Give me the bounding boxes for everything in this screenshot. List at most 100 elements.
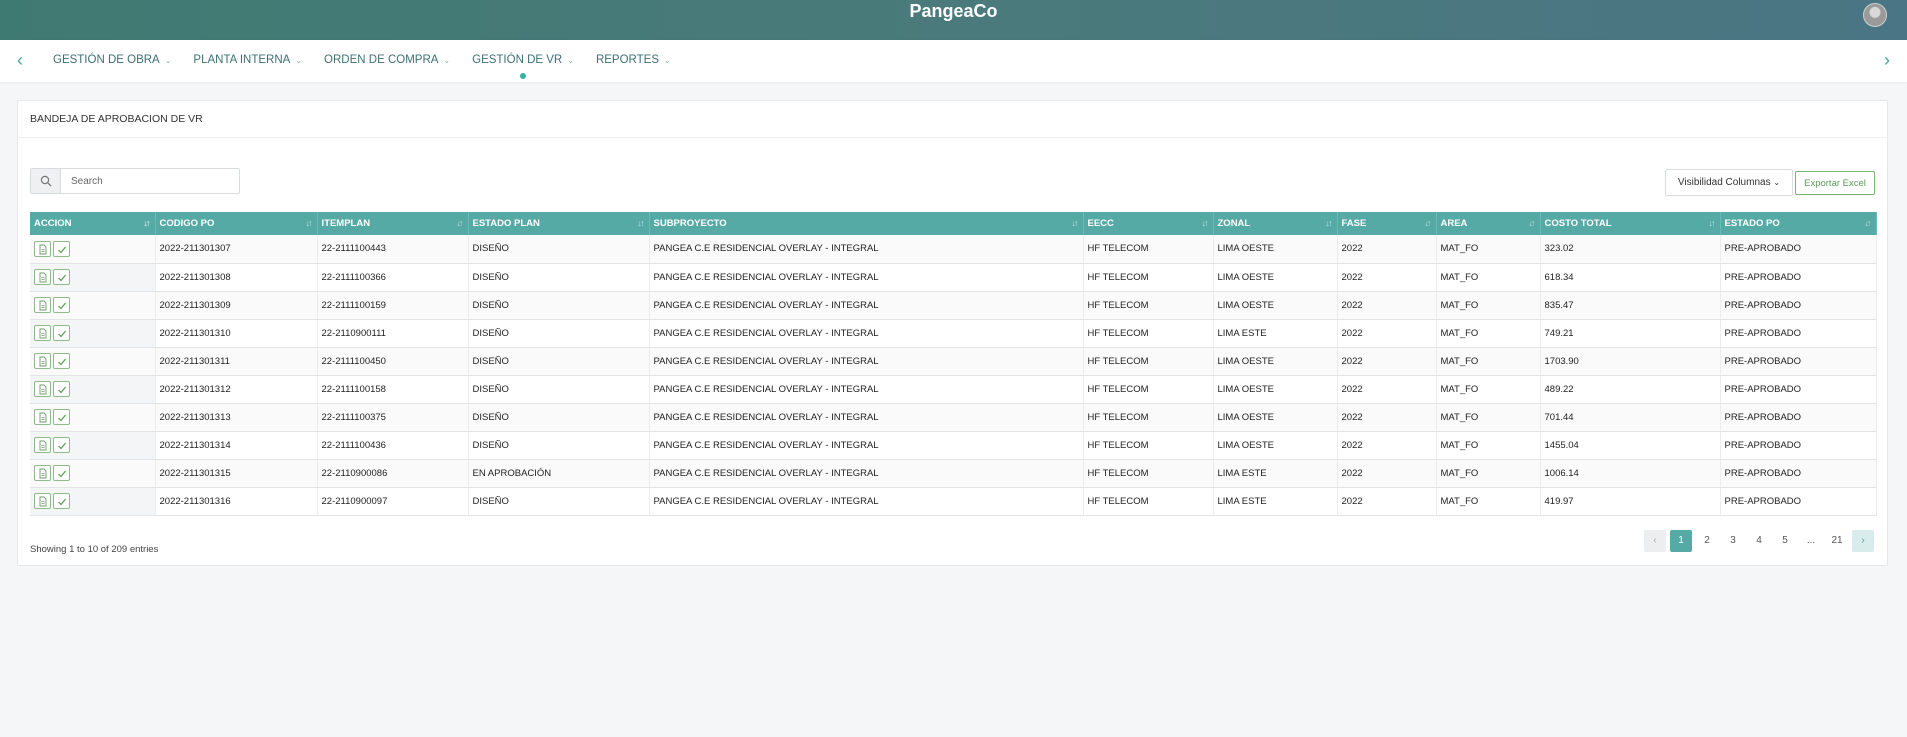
pagination-page-current[interactable]: 1: [1670, 530, 1692, 552]
column-header-itemplan[interactable]: ITEMPLAN ↓↑: [317, 212, 469, 235]
pagination-page[interactable]: 4: [1748, 530, 1770, 552]
table-cell: 22-2111100158: [317, 375, 469, 404]
approve-button[interactable]: [53, 325, 70, 341]
view-document-button[interactable]: [34, 353, 51, 369]
table-cell: PRE-APROBADO: [1720, 431, 1877, 460]
table-cell: 2022: [1337, 235, 1437, 264]
search-input[interactable]: [61, 169, 237, 193]
approve-button[interactable]: [53, 381, 70, 397]
column-header-fase[interactable]: FASE ↓↑: [1337, 212, 1437, 235]
action-cell: [30, 403, 156, 432]
pagination-page[interactable]: 21: [1826, 530, 1848, 552]
column-header-codigo-po[interactable]: CODIGO PO ↓↑: [155, 212, 318, 235]
pagination-next-button[interactable]: ›: [1852, 530, 1874, 552]
table-cell: 618.34: [1540, 263, 1721, 292]
action-cell: [30, 487, 156, 516]
view-document-button[interactable]: [34, 381, 51, 397]
main-menu: GESTIÓN DE OBRA ⌄ PLANTA INTERNA ⌄ ORDEN D…: [53, 54, 693, 79]
table-cell: HF TELECOM: [1083, 375, 1214, 404]
column-header-accion[interactable]: ACCION ↓↑: [30, 212, 156, 235]
export-excel-button[interactable]: Exportar Excel: [1795, 171, 1875, 195]
view-document-button[interactable]: [34, 465, 51, 481]
pagination-page[interactable]: 5: [1774, 530, 1796, 552]
chevron-down-icon: ⌄: [164, 56, 172, 65]
column-header-zonal[interactable]: ZONAL ↓↑: [1213, 212, 1338, 235]
menu-item-planta-interna[interactable]: PLANTA INTERNA ⌄: [193, 54, 302, 66]
table-cell: 2022-211301309: [155, 291, 318, 320]
approve-button[interactable]: [53, 240, 70, 257]
table-header-row: ACCION ↓↑ CODIGO PO ↓↑ ITEMPLAN ↓↑ ESTADO PLAN…: [30, 212, 1877, 235]
menu-scroll-left-icon[interactable]: ‹: [10, 50, 30, 71]
table-cell: HF TELECOM: [1083, 235, 1214, 264]
table-cell: HF TELECOM: [1083, 319, 1214, 348]
pagination-prev-button[interactable]: ‹: [1644, 530, 1666, 552]
approve-button[interactable]: [53, 437, 70, 453]
view-document-button[interactable]: [34, 240, 51, 257]
table-cell: 22-2110900086: [317, 459, 469, 488]
view-document-button[interactable]: [34, 325, 51, 341]
view-document-button[interactable]: [34, 493, 51, 509]
approve-button[interactable]: [53, 269, 70, 285]
table-cell: LIMA OESTE: [1213, 431, 1338, 460]
pagination-page[interactable]: 2: [1696, 530, 1718, 552]
view-document-button[interactable]: [34, 297, 51, 313]
table-cell: EN APROBACIÓN: [468, 459, 650, 488]
chevron-down-icon: ⌄: [567, 56, 574, 65]
table-cell: PANGEA C.E RESIDENCIAL OVERLAY - INTEGRA…: [649, 431, 1084, 460]
menu-item-orden-de-compra[interactable]: ORDEN DE COMPRA ⌄: [324, 54, 450, 66]
action-cell: [30, 459, 156, 488]
view-document-button[interactable]: [34, 437, 51, 453]
column-header-area[interactable]: AREA ↓↑: [1436, 212, 1541, 235]
menu-item-gestion-de-obra[interactable]: GESTIÓN DE OBRA ⌄: [53, 54, 171, 66]
menu-item-reportes[interactable]: REPORTES ⌄: [596, 54, 671, 66]
pagination-page[interactable]: 3: [1722, 530, 1744, 552]
approve-button[interactable]: [53, 465, 70, 481]
column-header-subproyecto[interactable]: SUBPROYECTO ↓↑: [649, 212, 1084, 235]
approve-button[interactable]: [53, 493, 70, 509]
column-header-eecc[interactable]: EECC ↓↑: [1083, 212, 1214, 235]
approve-button[interactable]: [53, 409, 70, 425]
table-cell: 749.21: [1540, 319, 1721, 348]
chevron-down-icon: ⌄: [1773, 178, 1781, 187]
chevron-left-icon: ‹: [1653, 535, 1657, 546]
table-cell: 2022: [1337, 347, 1437, 376]
action-cell: [30, 347, 156, 376]
table-cell: MAT_FO: [1436, 403, 1541, 432]
menu-item-gestion-de-vr[interactable]: GESTIÓN DE VR ⌄: [472, 54, 574, 79]
column-visibility-button[interactable]: Visibilidad Columnas ⌄: [1665, 169, 1793, 196]
approve-button[interactable]: [53, 353, 70, 369]
sort-icon: ↓↑: [1325, 218, 1333, 228]
table-row: 2022-211301309 22-2111100159 DISEÑO PANGEA …: [30, 291, 1877, 320]
view-document-button[interactable]: [34, 409, 51, 425]
table-cell: LIMA ESTE: [1213, 487, 1338, 516]
column-header-costo-total[interactable]: COSTO TOTAL ↓↑: [1540, 212, 1721, 235]
table-cell: DISEÑO: [468, 487, 650, 516]
top-header: PangeaCo: [0, 0, 1907, 40]
table-cell: PANGEA C.E RESIDENCIAL OVERLAY - INTEGRA…: [649, 263, 1084, 292]
table-cell: 419.97: [1540, 487, 1721, 516]
main-menu-bar: ‹ GESTIÓN DE OBRA ⌄ PLANTA INTERNA ⌄ ORDEN…: [0, 40, 1907, 82]
table-cell: LIMA ESTE: [1213, 459, 1338, 488]
table-cell: 323.02: [1540, 235, 1721, 264]
table-cell: LIMA OESTE: [1213, 263, 1338, 292]
table-cell: 2022-211301311: [155, 347, 318, 376]
table-cell: 2022-211301307: [155, 235, 318, 264]
table-cell: MAT_FO: [1436, 235, 1541, 264]
table-cell: 2022-211301310: [155, 319, 318, 348]
chevron-down-icon: ⌄: [664, 56, 671, 65]
table-cell: MAT_FO: [1436, 487, 1541, 516]
user-avatar[interactable]: [1863, 3, 1887, 27]
view-document-button[interactable]: [34, 269, 51, 285]
column-header-estado-po[interactable]: ESTADO PO ↓↑: [1720, 212, 1877, 235]
approve-button[interactable]: [53, 297, 70, 313]
table-cell: 701.44: [1540, 403, 1721, 432]
menu-scroll-right-icon[interactable]: ›: [1877, 50, 1897, 71]
column-header-estado-plan[interactable]: ESTADO PLAN ↓↑: [468, 212, 650, 235]
sort-icon: ↓↑: [1071, 218, 1079, 228]
pagination: ‹ 1 2 3 4 5... 21 ›: [1644, 530, 1874, 552]
table-cell: PANGEA C.E RESIDENCIAL OVERLAY - INTEGRA…: [649, 487, 1084, 516]
table-cell: 2022: [1337, 291, 1437, 320]
table-cell: 2022-211301312: [155, 375, 318, 404]
table-cell: HF TELECOM: [1083, 459, 1214, 488]
table-cell: 2022: [1337, 487, 1437, 516]
